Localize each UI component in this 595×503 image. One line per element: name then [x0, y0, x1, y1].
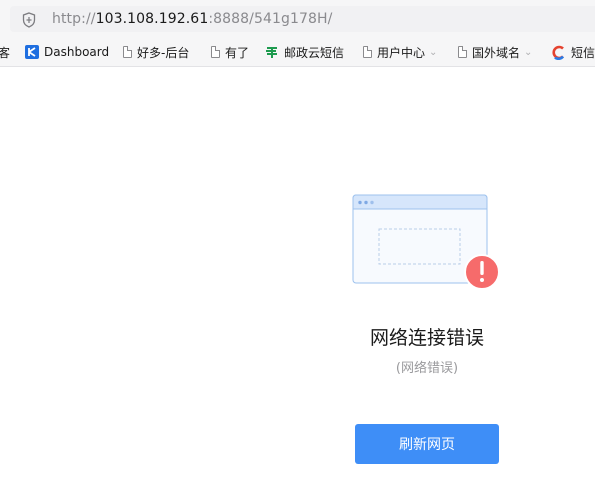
url-scheme: http:// — [52, 11, 96, 27]
url-path: :8888/541g178H/ — [208, 11, 333, 27]
bookmark-label: 国外域名 — [472, 45, 521, 60]
bookmark-partial-label: 客 — [0, 44, 10, 61]
china-post-logo-icon — [266, 47, 277, 58]
bookmark-label: 邮政云短信 — [284, 45, 345, 60]
bookmark-haoduo[interactable]: 好多-后台 — [123, 44, 189, 60]
error-exclamation-icon — [464, 254, 500, 290]
bookmark-folder-domains[interactable]: 国外域名 ⌄ — [458, 44, 532, 60]
bookmark-sms[interactable]: 短信 — [551, 44, 595, 60]
refresh-button[interactable]: 刷新网页 — [355, 424, 499, 464]
url-text[interactable]: http://103.108.192.61:8888/541g178H/ — [52, 11, 332, 27]
address-bar[interactable]: http://103.108.192.61:8888/541g178H/ — [10, 6, 595, 32]
page-icon — [211, 46, 220, 58]
c-logo-icon — [552, 45, 565, 60]
bookmark-partial[interactable]: 客 — [0, 44, 10, 60]
page-icon — [458, 46, 467, 58]
bookmark-folder-usercenter[interactable]: 用户中心 ⌄ — [363, 44, 437, 60]
page-icon — [363, 46, 372, 58]
network-error-illustration — [352, 194, 500, 290]
url-host: 103.108.192.61 — [95, 11, 209, 27]
error-subtitle: (网络错误) — [395, 361, 459, 376]
bookmark-dashboard[interactable]: Dashboard — [25, 44, 109, 60]
bookmark-youle[interactable]: 有了 — [211, 44, 249, 60]
address-bar-area: http://103.108.192.61:8888/541g178H/ — [0, 0, 595, 38]
bookmark-label: 用户中心 — [377, 45, 426, 60]
chevron-down-icon: ⌄ — [429, 46, 438, 58]
bookmark-label: 有了 — [225, 45, 250, 60]
bookmark-label: 好多-后台 — [137, 45, 190, 60]
page-icon — [123, 46, 132, 58]
bookmarks-bar: 客 Dashboard 好多-后台 有了 邮政云短信 用户中心 ⌄ 国外域名 ⌄ — [0, 38, 595, 67]
error-title: 网络连接错误 — [369, 327, 484, 349]
shield-icon[interactable] — [22, 12, 36, 28]
kuaidi-logo-icon — [25, 45, 39, 59]
bookmark-label: Dashboard — [44, 45, 110, 59]
bookmark-youzheng[interactable]: 邮政云短信 — [265, 44, 344, 60]
bookmark-label: 短信 — [571, 45, 595, 60]
chevron-down-icon: ⌄ — [524, 46, 533, 58]
